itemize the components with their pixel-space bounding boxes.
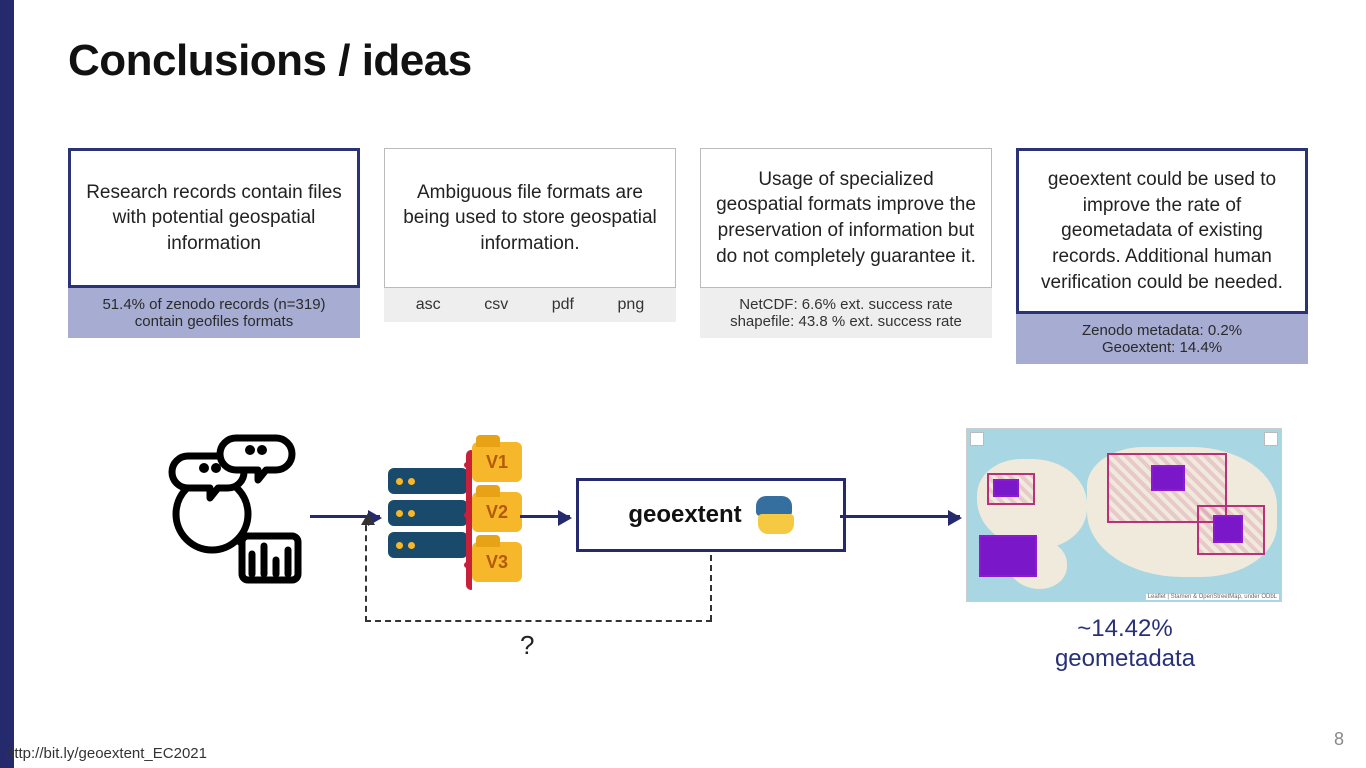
card-4: geoextent could be used to improve the r… xyxy=(1016,148,1308,364)
feedback-dashed-arrow xyxy=(365,515,367,622)
server-row-icon xyxy=(388,468,468,494)
server-row-icon xyxy=(388,500,468,526)
slide-title: Conclusions / ideas xyxy=(68,36,472,86)
map-control-icon xyxy=(1264,432,1278,446)
format-item: png xyxy=(618,296,645,314)
card-heading: Usage of specialized geospatial formats … xyxy=(700,148,992,288)
question-mark-label: ? xyxy=(520,630,534,661)
map-caption-label: geometadata xyxy=(990,644,1260,674)
card-3: Usage of specialized geospatial formats … xyxy=(700,148,992,364)
card-subtext: 51.4% of zenodo records (n=319) contain … xyxy=(68,288,360,338)
workflow-diagram: V1 V2 V3 geoextent ? xyxy=(120,420,1300,680)
card-subtext: NetCDF: 6.6% ext. success rate shapefile… xyxy=(700,288,992,338)
research-search-icon xyxy=(150,426,310,586)
feedback-dashed-line xyxy=(365,620,712,622)
bounding-box-overlay xyxy=(1213,515,1243,543)
card-sub-line: Zenodo metadata: 0.2% xyxy=(1026,322,1298,339)
left-accent-bar xyxy=(0,0,14,768)
version-folders: V1 V2 V3 xyxy=(472,442,522,592)
map-caption-percent: ~14.42% xyxy=(990,614,1260,644)
card-1: Research records contain files with pote… xyxy=(68,148,360,364)
card-2: Ambiguous file formats are being used to… xyxy=(384,148,676,364)
world-map-preview: Leaflet | Stamen & OpenStreetMap, under … xyxy=(966,428,1282,602)
arrow-icon xyxy=(840,515,960,518)
format-item: pdf xyxy=(552,296,574,314)
server-database-icon xyxy=(388,468,468,564)
bounding-box-overlay xyxy=(979,535,1037,577)
format-item: csv xyxy=(484,296,508,314)
page-number: 8 xyxy=(1334,729,1344,750)
server-row-icon xyxy=(388,532,468,558)
folder-icon: V2 xyxy=(472,492,522,532)
map-control-icon xyxy=(970,432,984,446)
map-attribution: Leaflet | Stamen & OpenStreetMap, under … xyxy=(1146,594,1279,600)
card-subtext: Zenodo metadata: 0.2% Geoextent: 14.4% xyxy=(1016,314,1308,364)
format-item: asc xyxy=(416,296,441,314)
map-caption: ~14.42% geometadata xyxy=(990,614,1260,674)
geoextent-tool-box: geoextent xyxy=(576,478,846,552)
card-heading: geoextent could be used to improve the r… xyxy=(1016,148,1308,314)
slide: Conclusions / ideas Research records con… xyxy=(0,0,1366,768)
card-sub-line: shapefile: 43.8 % ext. success rate xyxy=(710,313,982,330)
card-heading: Research records contain files with pote… xyxy=(68,148,360,288)
python-logo-icon xyxy=(756,496,794,534)
card-sub-line: Geoextent: 14.4% xyxy=(1026,339,1298,356)
folder-icon: V3 xyxy=(472,542,522,582)
conclusion-cards-row: Research records contain files with pote… xyxy=(68,148,1308,364)
geoextent-label: geoextent xyxy=(628,501,741,529)
bounding-box-overlay xyxy=(1151,465,1185,491)
bounding-box-overlay xyxy=(993,479,1019,497)
folder-icon: V1 xyxy=(472,442,522,482)
card-formats-list: asc csv pdf png xyxy=(384,288,676,322)
card-sub-line: NetCDF: 6.6% ext. success rate xyxy=(710,296,982,313)
card-heading: Ambiguous file formats are being used to… xyxy=(384,148,676,288)
footer-url: http://bit.ly/geoextent_EC2021 xyxy=(6,745,207,762)
feedback-dashed-line xyxy=(710,555,712,621)
arrow-icon xyxy=(520,515,570,518)
